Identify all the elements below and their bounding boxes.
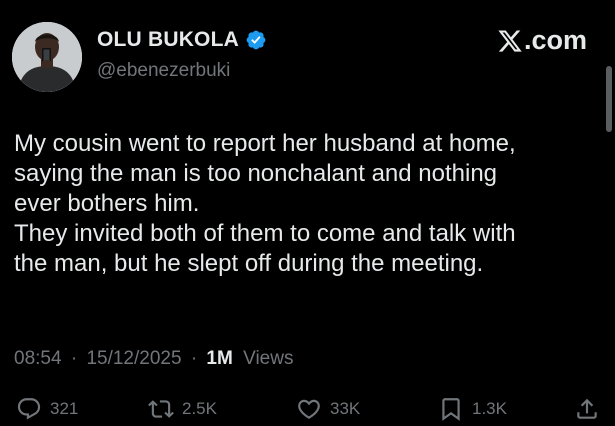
share-button[interactable] (574, 396, 608, 422)
author-display-name[interactable]: OLU BUKOLA (97, 28, 239, 52)
tweet-text-line: ever bothers him. (14, 190, 200, 217)
bookmark-button[interactable]: 1.3K (438, 396, 507, 422)
avatar-image (12, 22, 82, 92)
retweet-button[interactable]: 2.5K (148, 396, 217, 422)
meta-separator: · (70, 348, 78, 369)
verified-badge-icon (245, 29, 267, 51)
retweet-icon (148, 400, 174, 418)
author-name-row[interactable]: OLU BUKOLA (97, 27, 267, 53)
tweet-text-line: the man, but he slept off during the mee… (14, 250, 484, 277)
share-icon (577, 398, 597, 419)
views-label: Views (243, 348, 294, 369)
reply-count: 321 (50, 399, 79, 418)
reply-button[interactable]: 321 (16, 396, 78, 422)
brand-domain-text: .com (523, 25, 587, 55)
author-handle[interactable]: @ebenezerbuki (97, 60, 230, 82)
bookmark-count: 1.3K (472, 399, 507, 418)
retweet-count: 2.5K (182, 399, 217, 418)
avatar[interactable] (12, 22, 82, 92)
scrollbar[interactable] (606, 66, 612, 132)
bookmark-icon (442, 398, 460, 421)
tweet-meta: 08:54 · 15/12/2025 · 1M Views (14, 348, 293, 370)
meta-separator: · (190, 348, 198, 369)
tweet-text: My cousin went to report her husband at … (14, 129, 604, 279)
views-count[interactable]: 1M (206, 348, 232, 369)
reply-icon (17, 398, 41, 420)
x-logo-icon (497, 28, 523, 54)
brand-logo: .com (497, 25, 587, 56)
tweet-text-line: saying the man is too nonchalant and not… (14, 160, 498, 187)
tweet-date[interactable]: 15/12/2025 (86, 348, 181, 369)
tweet-card: OLU BUKOLA @ebenezerbuki .com My cousin … (0, 0, 615, 421)
like-count: 33K (330, 399, 361, 418)
like-button[interactable]: 33K (296, 396, 360, 422)
heart-icon (298, 399, 320, 419)
tweet-time[interactable]: 08:54 (14, 348, 62, 369)
action-bar: 321 2.5K 33K 1.3K (0, 396, 615, 426)
tweet-text-line: They invited both of them to come and ta… (14, 220, 516, 247)
tweet-text-line: My cousin went to report her husband at … (14, 130, 516, 157)
